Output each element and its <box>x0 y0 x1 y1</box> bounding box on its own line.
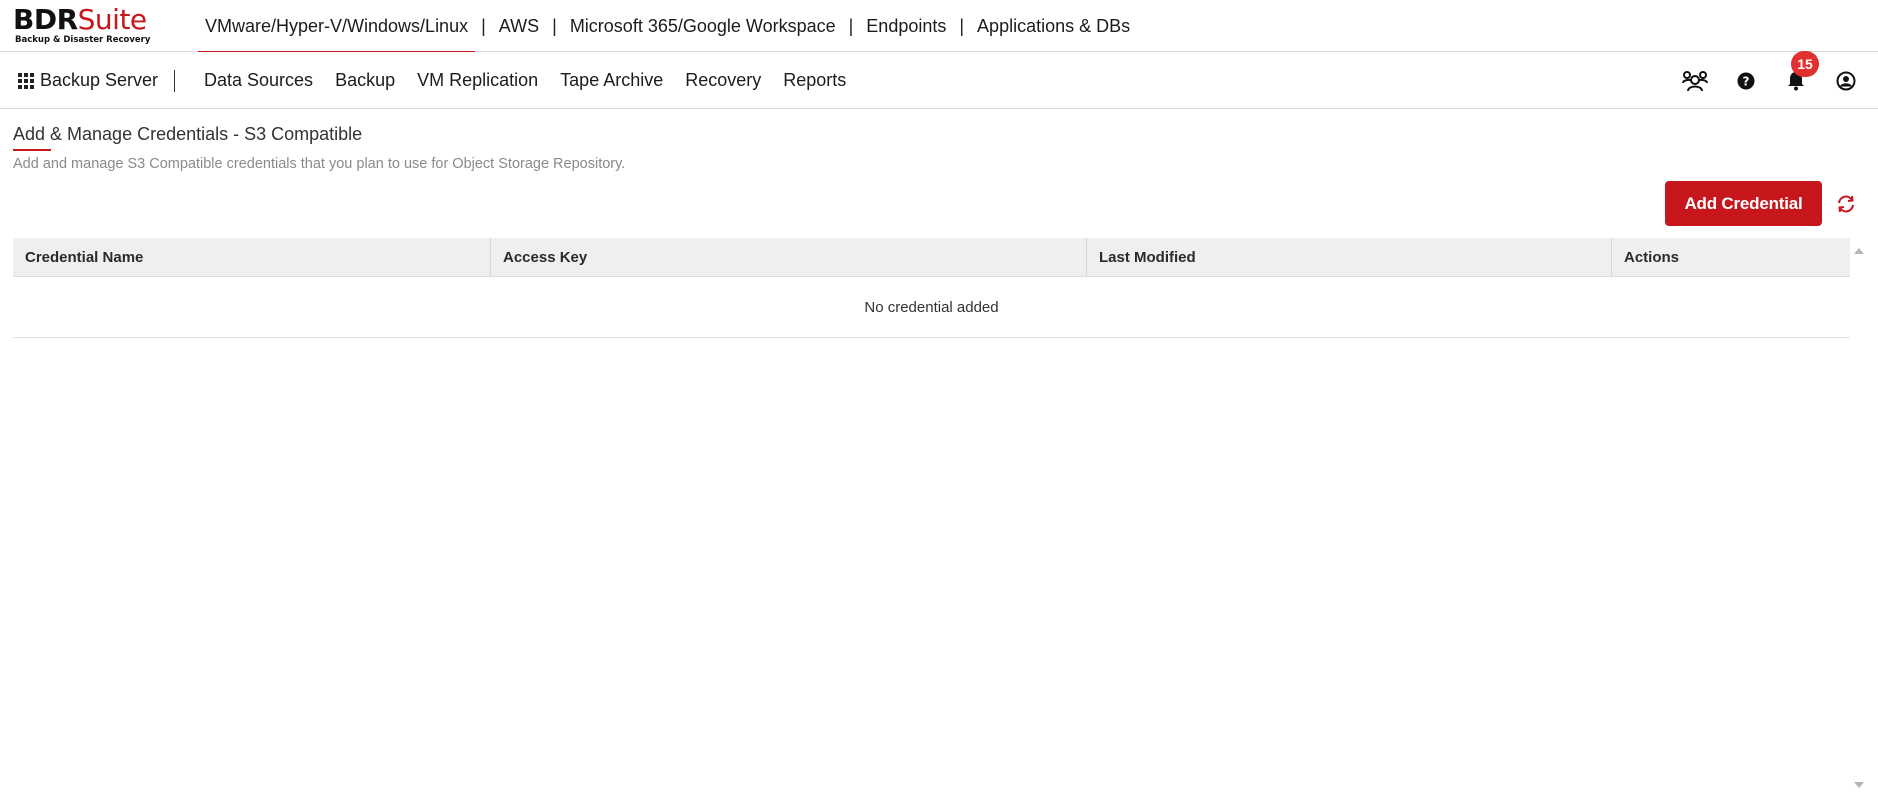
nav-items: Data Sources Backup VM Replication Tape … <box>193 52 857 109</box>
tab-applications-dbs[interactable]: Applications & DBs <box>970 0 1137 52</box>
column-header-actions[interactable]: Actions <box>1612 238 1850 277</box>
users-icon[interactable] <box>1682 68 1708 94</box>
notification-count-badge: 15 <box>1791 51 1819 77</box>
table-scrollbar[interactable] <box>1850 238 1868 798</box>
nav-divider <box>174 70 175 92</box>
top-bar: BDRSuite Backup & Disaster Recovery VMwa… <box>0 0 1878 53</box>
apps-grid-icon <box>18 72 34 89</box>
scroll-up-arrow-icon[interactable] <box>1854 248 1864 254</box>
nav-item-tape-archive[interactable]: Tape Archive <box>549 70 674 91</box>
nav-item-recovery[interactable]: Recovery <box>674 70 772 91</box>
nav-item-data-sources[interactable]: Data Sources <box>193 70 324 91</box>
tab-separator: | <box>481 15 486 36</box>
bdrsuite-logo[interactable]: BDRSuite Backup & Disaster Recovery <box>13 3 151 46</box>
page-description: Add and manage S3 Compatible credentials… <box>13 156 626 172</box>
column-header-credential-name[interactable]: Credential Name <box>13 238 491 277</box>
logo-tagline: Backup & Disaster Recovery <box>15 35 151 45</box>
column-header-access-key[interactable]: Access Key <box>491 238 1087 277</box>
scroll-down-arrow-icon[interactable] <box>1854 782 1864 788</box>
logo-brand-main: BDR <box>13 3 78 36</box>
table-header: Credential Name Access Key Last Modified… <box>13 238 1850 277</box>
refresh-icon[interactable] <box>1834 192 1858 216</box>
tab-aws[interactable]: AWS <box>492 0 546 52</box>
nav-item-vm-replication[interactable]: VM Replication <box>406 70 549 91</box>
main-nav: Backup Server Data Sources Backup VM Rep… <box>0 52 1878 109</box>
help-icon[interactable]: ? <box>1733 68 1759 94</box>
tab-microsoft365-google-workspace[interactable]: Microsoft 365/Google Workspace <box>563 0 843 52</box>
page-title: Add & Manage Credentials - S3 Compatible <box>13 124 363 144</box>
logo-brand-accent: Suite <box>77 3 148 36</box>
add-credential-button[interactable]: Add Credential <box>1665 181 1822 226</box>
logo-wordmark: BDRSuite <box>13 3 147 36</box>
product-tabs: VMware/Hyper-V/Windows/Linux | AWS | Mic… <box>198 0 1137 53</box>
column-header-last-modified[interactable]: Last Modified <box>1087 238 1612 277</box>
empty-table-message: No credential added <box>13 277 1850 338</box>
tab-separator: | <box>848 15 854 36</box>
apps-menu-label: Backup Server <box>40 70 159 90</box>
nav-item-reports[interactable]: Reports <box>772 70 857 91</box>
nav-item-backup[interactable]: Backup <box>324 70 406 91</box>
tab-endpoints[interactable]: Endpoints <box>859 0 953 52</box>
svg-text:?: ? <box>1743 75 1750 89</box>
tab-vmware-hyperv-windows-linux[interactable]: VMware/Hyper-V/Windows/Linux <box>198 0 476 53</box>
tab-separator: | <box>959 15 965 36</box>
credentials-table: Credential Name Access Key Last Modified… <box>13 238 1850 798</box>
tab-separator: | <box>552 15 557 36</box>
apps-menu-button[interactable]: Backup Server <box>18 52 158 109</box>
title-underline <box>13 149 51 151</box>
user-icon[interactable] <box>1833 68 1859 94</box>
